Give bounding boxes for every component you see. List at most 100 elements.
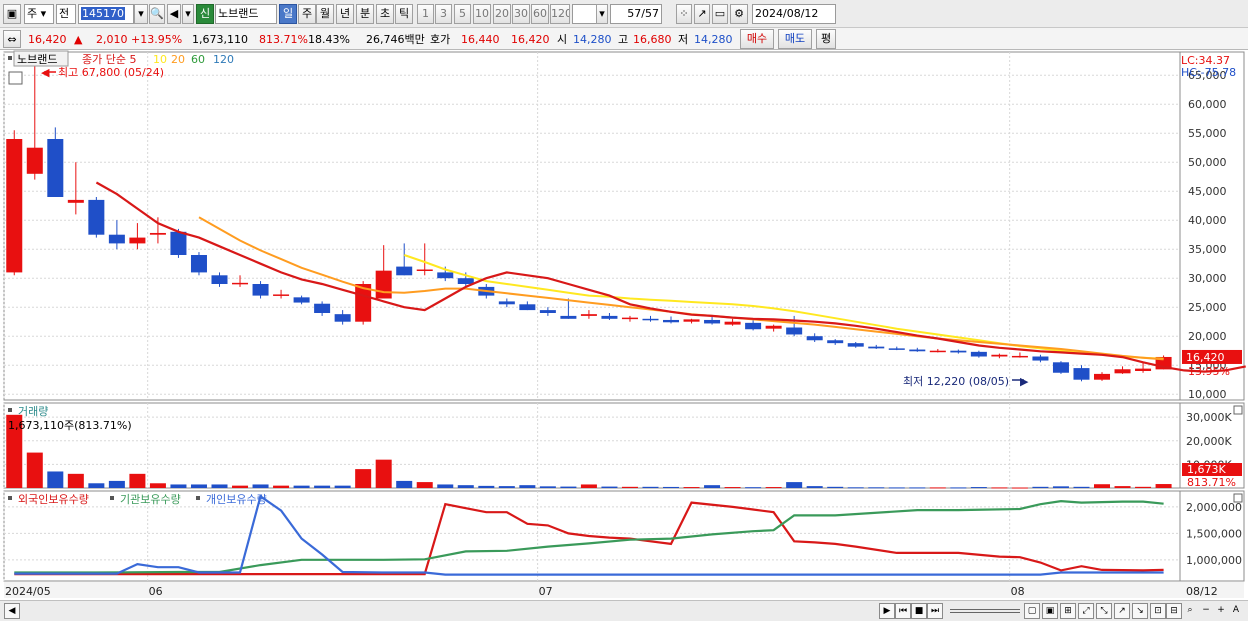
prev-select[interactable]: 전 [56,4,76,24]
interval-button[interactable]: 30 [512,4,530,24]
code-dropdown-icon[interactable]: ▾ [134,4,148,24]
tool-icon-9[interactable]: ⊟ [1166,603,1182,619]
high-price: 16,680 [633,33,672,46]
volume-bar [519,485,536,488]
amount-value: 26,746백만 [366,33,425,46]
speaker-dropdown-icon[interactable]: ▾ [182,4,194,24]
last-icon[interactable]: ⏭ [927,603,943,619]
interval-button[interactable]: 120 [550,4,570,24]
candle-body [704,319,721,324]
interval-button[interactable]: 1 [417,4,434,24]
play-icon[interactable]: ▶ [879,603,895,619]
period-button[interactable]: 월 [316,4,334,24]
market-type-select[interactable]: 주 ▾ [24,4,54,24]
volume-value: 1,673,110 [192,33,248,46]
volume-bar [26,452,43,488]
candle-body [1135,368,1152,371]
volume-bar [355,469,372,488]
interval-button[interactable]: 3 [435,4,452,24]
zoom-in-button[interactable]: + [1213,603,1229,619]
volume-bar [539,486,556,488]
x-axis-strip [4,582,1244,598]
speaker-icon[interactable]: ◀ [167,4,181,24]
buy-button[interactable]: 매수 [740,29,774,49]
volume-bar [47,471,64,488]
layout-icon[interactable]: ▣ [3,4,21,24]
volume-bar [334,485,351,488]
auto-scale-button[interactable]: A [1228,603,1244,619]
volume-bar [1011,487,1028,489]
candle-body [396,266,413,276]
toolbar: ▣ 주 ▾ 전 145170 ▾ 🔍 ◀ ▾ 신 노브랜드 일주월년분초틱 13… [0,0,1248,28]
tool-icon-8[interactable]: ⊡ [1150,603,1166,619]
eval-button[interactable]: 평 [816,29,836,49]
volume-bar [375,459,392,488]
volume-bar [1135,486,1152,488]
volume-bar [970,487,987,489]
interval-button[interactable]: 10 [473,4,491,24]
interval-button[interactable]: 60 [531,4,549,24]
sell-button[interactable]: 매도 [778,29,812,49]
indicator-icon[interactable]: ⁘ [676,4,692,24]
volume-bar [991,487,1008,489]
scroll-left-icon[interactable]: ◀ [4,603,20,619]
candle-body [929,350,946,353]
candle-body [970,351,987,357]
volume-bar [232,485,249,488]
period-button[interactable]: 분 [356,4,374,24]
tool-icon-2[interactable]: ▣ [1042,603,1058,619]
candle-body [170,231,187,255]
first-icon[interactable]: ⏮ [895,603,911,619]
zoom-out-button[interactable]: − [1198,603,1214,619]
zoom-slider[interactable] [950,609,1020,613]
stop-icon[interactable]: ■ [911,603,927,619]
price-tick-label: 45,000 [1188,185,1227,198]
interval-button[interactable]: 5 [454,4,471,24]
unit-dropdown-icon[interactable]: ▾ [596,4,608,24]
tool-icon-3[interactable]: ⊞ [1060,603,1076,619]
period-button[interactable]: 년 [336,4,354,24]
candle-body [232,282,249,285]
page-count-field[interactable]: 57/57 [610,4,662,24]
ask-price: 16,440 [461,33,500,46]
hc-label: HC:-75.78 [1181,66,1236,79]
search-icon[interactable]: 🔍 [149,4,165,24]
tool-icon-7[interactable]: ↘ [1132,603,1148,619]
page-count: 57 [627,7,642,20]
candle-body [560,315,577,319]
candle-body [806,336,823,341]
stock-code-value: 145170 [81,7,125,20]
candle-body [293,297,310,303]
date-input[interactable]: 2024/08/12 [752,4,836,24]
volume-bar [868,487,885,489]
volume-bar [1032,486,1049,488]
candle-body [601,315,618,319]
chart-area[interactable]: 10,000 15,000 20,000 25,000 30,000 35,000 40,0… [0,50,1248,600]
candle-body [868,346,885,349]
volume-bar [108,480,125,488]
period-button[interactable]: 일 [279,4,297,24]
candle-body [786,327,803,335]
stock-code-input[interactable]: 145170 [78,4,134,24]
volume-bar [478,485,495,488]
volume-bar [129,473,146,488]
price-tick-label: 10,000 [1188,388,1227,401]
candle-body [252,284,269,296]
period-button[interactable]: 초 [376,4,394,24]
magnifier-icon[interactable]: ⌕ [1182,603,1198,619]
low-annotation: 최저 12,220 (08/05) [903,375,1009,388]
save-icon[interactable]: ▭ [712,4,728,24]
interval-button[interactable]: 20 [493,4,511,24]
tool-icon-5[interactable]: ⤡ [1096,603,1112,619]
draw-tool-icon[interactable]: ↗ [694,4,710,24]
tool-icon-1[interactable]: ▢ [1024,603,1040,619]
tool-icon-4[interactable]: ⤢ [1078,603,1094,619]
info-toggle-icon[interactable]: ⇔ [3,30,21,48]
period-button[interactable]: 주 [298,4,316,24]
period-button[interactable]: 틱 [395,4,413,24]
tool-icon-6[interactable]: ↗ [1114,603,1130,619]
holdings-legend-item: 외국인보유수량 [18,493,89,506]
chart-svg[interactable]: 10,00015,00020,00025,00030,00035,00040,0… [0,50,1248,600]
gear-icon[interactable]: ⚙ [730,4,748,24]
holdings-legend-square-icon [196,496,200,500]
